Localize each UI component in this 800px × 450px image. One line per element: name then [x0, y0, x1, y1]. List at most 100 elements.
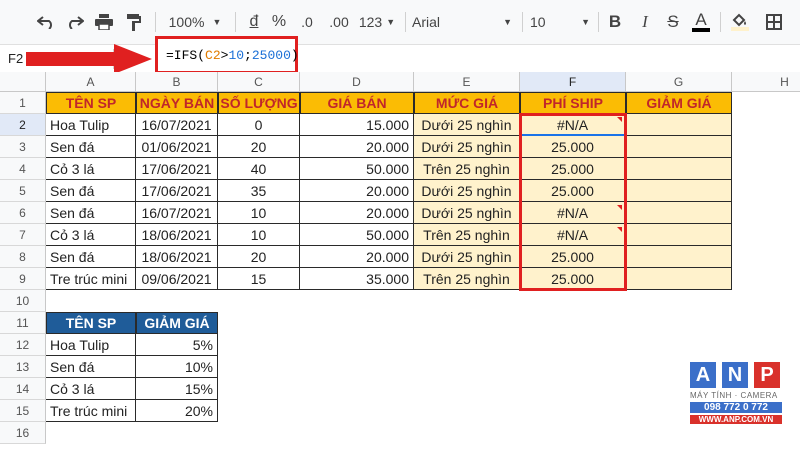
- bold-button[interactable]: B: [604, 10, 626, 34]
- table-cell[interactable]: 25.000: [520, 136, 626, 158]
- column-header-e[interactable]: E: [414, 72, 520, 92]
- table-header-cell[interactable]: TÊN SP: [46, 92, 136, 114]
- row-header-7[interactable]: 7: [0, 224, 46, 246]
- column-header-c[interactable]: C: [218, 72, 300, 92]
- increase-decimal-button[interactable]: .00: [324, 10, 354, 34]
- table-cell[interactable]: Dưới 25 nghìn: [414, 180, 520, 202]
- table-cell[interactable]: Dưới 25 nghìn: [414, 136, 520, 158]
- table-header-cell[interactable]: GIẢM GIÁ: [626, 92, 732, 114]
- row-header-10[interactable]: 10: [0, 290, 46, 312]
- table-cell[interactable]: 16/07/2021: [136, 114, 218, 136]
- table-header-cell[interactable]: GIÁ BÁN: [300, 92, 414, 114]
- table-cell[interactable]: 10: [218, 202, 300, 224]
- fill-color-icon[interactable]: [728, 10, 752, 34]
- table-cell[interactable]: 40: [218, 158, 300, 180]
- table-cell[interactable]: 35.000: [300, 268, 414, 290]
- strikethrough-button[interactable]: S: [662, 10, 684, 34]
- error-indicator-icon[interactable]: [617, 117, 622, 122]
- row-header-6[interactable]: 6: [0, 202, 46, 224]
- column-header-b[interactable]: B: [136, 72, 218, 92]
- table-cell[interactable]: Sen đá: [46, 202, 136, 224]
- table-cell[interactable]: Dưới 25 nghìn: [414, 202, 520, 224]
- table-cell[interactable]: [626, 180, 732, 202]
- row-header-15[interactable]: 15: [0, 400, 46, 422]
- table-cell[interactable]: 25.000: [520, 246, 626, 268]
- row-header-1[interactable]: 1: [0, 92, 46, 114]
- table-cell[interactable]: 20.000: [300, 246, 414, 268]
- table-header-cell[interactable]: SỐ LƯỢNG: [218, 92, 300, 114]
- print-icon[interactable]: [92, 10, 116, 34]
- table-cell[interactable]: 50.000: [300, 224, 414, 246]
- discount-cell[interactable]: Hoa Tulip: [46, 334, 136, 356]
- formula-input[interactable]: =IFS( C2 > 10 ; 25000 ): [155, 36, 299, 74]
- table-cell[interactable]: 09/06/2021: [136, 268, 218, 290]
- row-header-5[interactable]: 5: [0, 180, 46, 202]
- percent-format-button[interactable]: %: [268, 10, 290, 34]
- number-format-select[interactable]: 123 ▼: [356, 10, 398, 34]
- text-color-button[interactable]: A: [690, 10, 712, 34]
- table-cell[interactable]: Trên 25 nghìn: [414, 158, 520, 180]
- error-indicator-icon[interactable]: [617, 205, 622, 210]
- borders-icon[interactable]: [762, 10, 786, 34]
- table-cell[interactable]: Trên 25 nghìn: [414, 224, 520, 246]
- table-cell[interactable]: Sen đá: [46, 136, 136, 158]
- table-cell[interactable]: [626, 224, 732, 246]
- row-header-13[interactable]: 13: [0, 356, 46, 378]
- error-indicator-icon[interactable]: [617, 227, 622, 232]
- table-header-cell[interactable]: MỨC GIÁ: [414, 92, 520, 114]
- table-cell[interactable]: #N/A: [520, 114, 626, 136]
- table-cell[interactable]: #N/A: [520, 202, 626, 224]
- column-header-a[interactable]: A: [46, 72, 136, 92]
- table-header-cell[interactable]: PHÍ SHIP: [520, 92, 626, 114]
- table-cell[interactable]: 20.000: [300, 136, 414, 158]
- table-cell[interactable]: 01/06/2021: [136, 136, 218, 158]
- table-cell[interactable]: Sen đá: [46, 246, 136, 268]
- row-header-16[interactable]: 16: [0, 422, 46, 444]
- table-cell[interactable]: 20.000: [300, 180, 414, 202]
- decrease-decimal-button[interactable]: .0: [294, 10, 320, 34]
- table-cell[interactable]: #N/A: [520, 224, 626, 246]
- table-cell[interactable]: 20.000: [300, 202, 414, 224]
- table-cell[interactable]: Dưới 25 nghìn: [414, 114, 520, 136]
- table-cell[interactable]: 17/06/2021: [136, 158, 218, 180]
- table-cell[interactable]: 18/06/2021: [136, 246, 218, 268]
- discount-header-cell[interactable]: TÊN SP: [46, 312, 136, 334]
- discount-cell[interactable]: Tre trúc mini: [46, 400, 136, 422]
- table-cell[interactable]: 15.000: [300, 114, 414, 136]
- row-header-12[interactable]: 12: [0, 334, 46, 356]
- table-cell[interactable]: 16/07/2021: [136, 202, 218, 224]
- table-cell[interactable]: [626, 268, 732, 290]
- table-cell[interactable]: 15: [218, 268, 300, 290]
- table-cell[interactable]: Trên 25 nghìn: [414, 268, 520, 290]
- discount-cell[interactable]: 10%: [136, 356, 218, 378]
- row-header-8[interactable]: 8: [0, 246, 46, 268]
- row-header-3[interactable]: 3: [0, 136, 46, 158]
- table-cell[interactable]: 0: [218, 114, 300, 136]
- zoom-select[interactable]: 100% ▼: [165, 10, 225, 34]
- column-header-f[interactable]: F: [520, 72, 626, 92]
- table-cell[interactable]: Sen đá: [46, 180, 136, 202]
- discount-cell[interactable]: 15%: [136, 378, 218, 400]
- discount-cell[interactable]: 20%: [136, 400, 218, 422]
- column-header-h[interactable]: H: [732, 72, 800, 92]
- table-cell[interactable]: [626, 246, 732, 268]
- discount-cell[interactable]: Sen đá: [46, 356, 136, 378]
- row-header-9[interactable]: 9: [0, 268, 46, 290]
- column-header-g[interactable]: G: [626, 72, 732, 92]
- table-cell[interactable]: Tre trúc mini: [46, 268, 136, 290]
- table-cell[interactable]: Cỏ 3 lá: [46, 158, 136, 180]
- redo-icon[interactable]: [63, 10, 87, 34]
- font-family-select[interactable]: Arial ▼: [412, 10, 512, 34]
- table-cell[interactable]: 20: [218, 246, 300, 268]
- table-cell[interactable]: 10: [218, 224, 300, 246]
- table-cell[interactable]: 25.000: [520, 158, 626, 180]
- row-header-14[interactable]: 14: [0, 378, 46, 400]
- row-header-4[interactable]: 4: [0, 158, 46, 180]
- table-cell[interactable]: [626, 114, 732, 136]
- table-cell[interactable]: Dưới 25 nghìn: [414, 246, 520, 268]
- font-size-select[interactable]: 10 ▼: [530, 10, 590, 34]
- table-header-cell[interactable]: NGÀY BÁN: [136, 92, 218, 114]
- discount-header-cell[interactable]: GIẢM GIÁ: [136, 312, 218, 334]
- table-cell[interactable]: [626, 202, 732, 224]
- table-cell[interactable]: 25.000: [520, 180, 626, 202]
